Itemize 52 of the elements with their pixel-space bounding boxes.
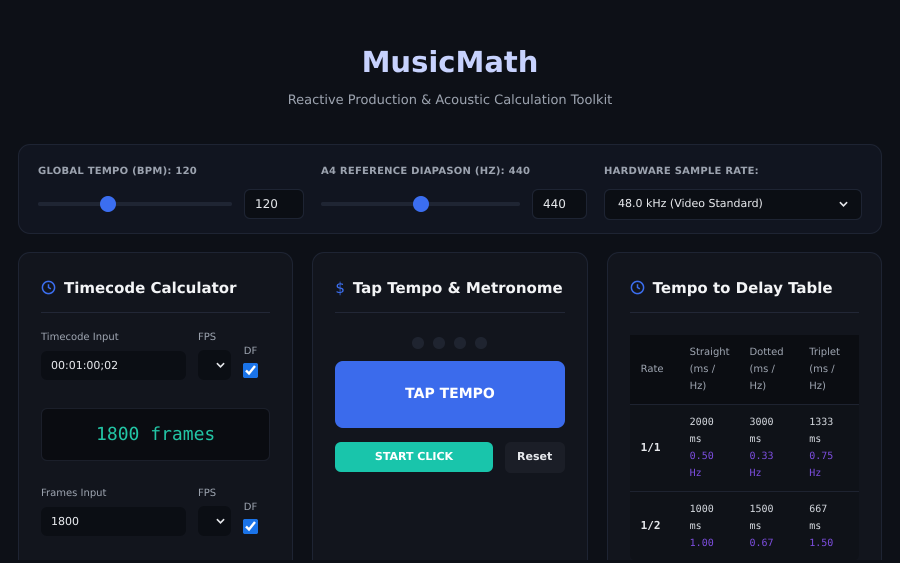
df-checkbox[interactable]	[243, 519, 258, 534]
tap-tempo-button[interactable]: TAP TEMPO	[335, 361, 565, 428]
chevron-down-icon	[216, 362, 225, 368]
rate-cell: 1/2	[630, 492, 680, 560]
chevron-down-icon	[839, 201, 848, 207]
delay-ms: 1000 ms	[690, 503, 715, 534]
rate-cell: 1/1	[630, 404, 680, 492]
field-label: Timecode Input	[41, 331, 120, 345]
delay-ms: 1333 ms	[809, 416, 834, 447]
delay-ms: 3000 ms	[749, 416, 775, 447]
column-header: Triplet (ms / Hz)	[809, 346, 841, 394]
column-header: Straight (ms / Hz)	[690, 346, 731, 394]
delay-hz: 1.50	[809, 537, 834, 551]
clock-icon	[41, 280, 56, 296]
card-title: Tempo to Delay Table	[652, 278, 833, 298]
clock-icon	[630, 280, 645, 296]
field-label: DF	[244, 501, 258, 515]
text-field[interactable]: 00:01:00;02	[41, 351, 186, 380]
slider-track[interactable]	[321, 196, 520, 212]
field-label: FPS	[198, 331, 218, 345]
sample-rate-dropdown[interactable]: 48.0 kHz (Video Standard)	[604, 188, 862, 220]
card-title: Tap Tempo & Metronome	[352, 278, 563, 298]
app-title: MusicMath	[362, 44, 538, 81]
chevron-down-icon	[216, 518, 225, 524]
setting-label: HARDWARE SAMPLE RATE:	[604, 164, 760, 178]
setting-label: A4 REFERENCE DIAPASON (HZ): 440	[321, 164, 532, 178]
number-field[interactable]: 440	[532, 188, 587, 218]
slider-track[interactable]	[38, 196, 232, 212]
slider-thumb[interactable]	[412, 196, 428, 212]
df-checkbox[interactable]	[243, 363, 258, 378]
column-header: Dotted (ms / Hz)	[749, 346, 785, 394]
delay-hz: 1.00	[690, 537, 715, 551]
delay-hz: 0.33 Hz	[749, 450, 775, 481]
number-field[interactable]: 120	[244, 188, 304, 218]
field-label: Frames Input	[41, 487, 108, 501]
field-label: FPS	[198, 487, 218, 501]
result-display: 1800 frames	[41, 408, 270, 461]
reset-button[interactable]: Reset	[504, 442, 565, 473]
delay-hz: 0.75 Hz	[809, 450, 834, 481]
delay-hz: 0.67	[749, 537, 775, 551]
delay-ms: 667 ms	[809, 503, 828, 534]
card-title: Timecode Calculator	[64, 278, 236, 298]
column-header: Rate	[640, 363, 665, 377]
delay-ms: 2000 ms	[690, 416, 715, 447]
delay-ms: 1500 ms	[749, 503, 775, 534]
field-label: DF	[244, 345, 258, 359]
delay-hz: 0.50 Hz	[690, 450, 715, 481]
dollar-icon: $	[335, 276, 345, 299]
app-subtitle: Reactive Production & Acoustic Calculation Toolkit	[288, 92, 612, 110]
slider-thumb[interactable]	[100, 196, 116, 212]
setting-label: GLOBAL TEMPO (BPM): 120	[38, 164, 198, 178]
text-field[interactable]: 1800	[41, 507, 186, 536]
